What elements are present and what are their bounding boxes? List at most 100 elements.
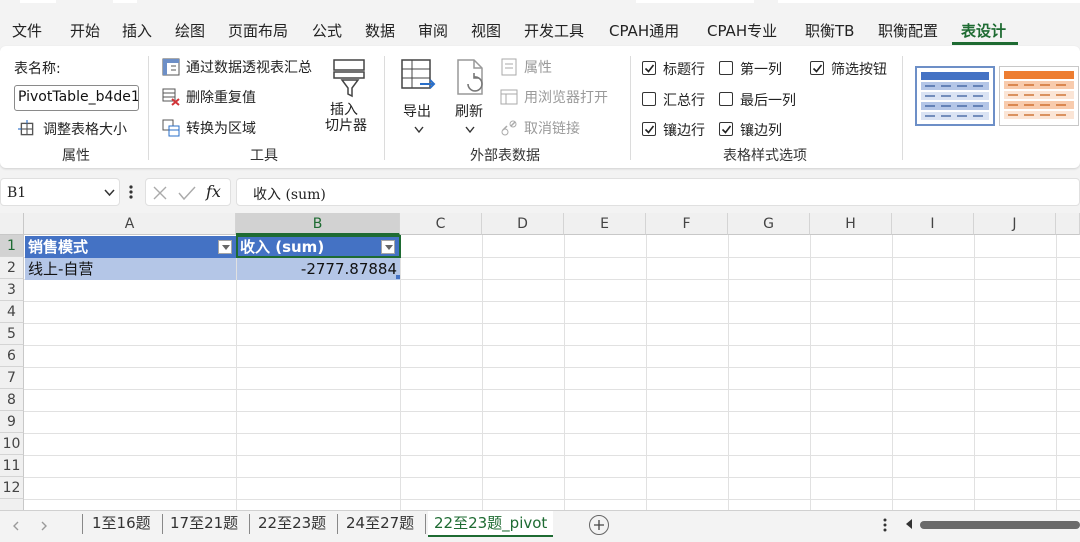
row-header-4[interactable]: 4 — [0, 301, 24, 323]
insert-slicer-button[interactable]: 插入 切片器 — [325, 54, 376, 136]
menu-tab-zhiheng-config[interactable]: 职衡配置 — [878, 20, 938, 41]
cancel-icon[interactable] — [152, 185, 168, 201]
table-resize-handle[interactable] — [396, 275, 400, 279]
gridline — [24, 301, 1080, 302]
summarize-pivot-button[interactable]: 通过数据透视表汇总 — [162, 56, 322, 78]
gridline — [24, 367, 1080, 368]
row-header-12[interactable]: 12 — [0, 477, 24, 499]
row-header-10[interactable]: 10 — [0, 433, 24, 455]
checkbox-banded-rows[interactable]: 镶边行 — [642, 120, 714, 140]
dropdown-arrow-icon — [222, 245, 230, 250]
table-style-blue[interactable] — [915, 66, 995, 126]
menu-tab-formulas[interactable]: 公式 — [312, 20, 342, 41]
menu-tab-cpah-general[interactable]: CPAH通用 — [609, 20, 679, 41]
group-separator — [148, 56, 149, 160]
remove-duplicates-icon — [162, 88, 180, 106]
sheet-tab-2[interactable]: 17至21题 — [164, 511, 244, 537]
function-icon[interactable]: fx — [206, 182, 221, 201]
menu-tab-home[interactable]: 开始 — [70, 20, 100, 41]
column-header-i[interactable]: I — [892, 213, 974, 235]
checkbox-header-row[interactable]: 标题行 — [642, 59, 714, 79]
sheet-tab-5[interactable]: 22至23题_pivot — [428, 511, 554, 537]
open-in-browser-button: 用浏览器打开 — [500, 86, 620, 108]
row-header-8[interactable]: 8 — [0, 389, 24, 411]
gridline — [892, 235, 893, 510]
scroll-right-icon[interactable] — [40, 521, 48, 531]
group-separator — [384, 56, 385, 160]
row-header-2[interactable]: 2 — [0, 257, 24, 279]
menu-tab-cpah-pro[interactable]: CPAH专业 — [707, 20, 777, 41]
row-header-7[interactable]: 7 — [0, 367, 24, 389]
table-style-orange[interactable] — [999, 66, 1079, 126]
tab-separator — [82, 514, 83, 534]
table-name-input[interactable]: PivotTable_b4de1 — [14, 85, 139, 111]
add-sheet-button[interactable] — [589, 515, 609, 535]
menu-tab-draw[interactable]: 绘图 — [175, 20, 205, 41]
column-header-f[interactable]: F — [646, 213, 728, 235]
menu-tab-developer[interactable]: 开发工具 — [524, 20, 584, 41]
horizontal-scrollbar-thumb[interactable] — [920, 521, 1080, 529]
more-options-icon[interactable] — [128, 184, 134, 200]
scroll-left-icon[interactable] — [12, 521, 20, 531]
cell-b2[interactable]: -2777.87884 — [237, 258, 400, 280]
group-label-external: 外部表数据 — [470, 148, 540, 164]
row-header-6[interactable]: 6 — [0, 345, 24, 367]
convert-range-icon — [162, 119, 180, 137]
menu-tab-file[interactable]: 文件 — [12, 20, 42, 41]
menu-tab-review[interactable]: 审阅 — [418, 20, 448, 41]
checkbox-first-column[interactable]: 第一列 — [719, 59, 791, 79]
menu-tab-insert[interactable]: 插入 — [122, 20, 152, 41]
menu-tab-data[interactable]: 数据 — [365, 20, 395, 41]
select-all-corner[interactable] — [0, 213, 24, 235]
export-button[interactable]: 导出 — [396, 54, 440, 136]
column-header-b[interactable]: B — [236, 213, 400, 235]
checkbox-last-column[interactable]: 最后一列 — [719, 90, 801, 110]
scroll-left-arrow-icon[interactable] — [905, 519, 913, 529]
table-style-blue-preview — [921, 72, 989, 120]
sheet-tab-3[interactable]: 22至23题 — [252, 511, 332, 537]
refresh-button[interactable]: 刷新 — [450, 54, 490, 136]
gridline — [400, 235, 401, 510]
active-cell-border — [236, 235, 401, 258]
row-header-5[interactable]: 5 — [0, 323, 24, 345]
splitter-dots-icon[interactable] — [883, 518, 887, 532]
formula-bar: B1 fx 收入 (sum) — [0, 176, 1080, 208]
column-header-c[interactable]: C — [400, 213, 482, 235]
cell-a1[interactable]: 销售模式 — [25, 236, 236, 258]
column-header-g[interactable]: G — [728, 213, 810, 235]
menu-tab-zhiheng-tb[interactable]: 职衡TB — [805, 20, 854, 41]
column-header-j[interactable]: J — [974, 213, 1056, 235]
external-properties-button: 属性 — [500, 56, 580, 78]
row-header-3[interactable]: 3 — [0, 279, 24, 301]
resize-table-button[interactable]: 调整表格大小 — [18, 118, 138, 140]
checkbox-total-row[interactable]: 汇总行 — [642, 90, 714, 110]
remove-duplicates-button[interactable]: 删除重复值 — [162, 86, 272, 108]
menu-bar: 文件 开始 插入 绘图 页面布局 公式 数据 审阅 视图 开发工具 CPAH通用… — [0, 0, 1080, 45]
sheet-tab-1[interactable]: 1至16题 — [86, 511, 157, 537]
external-properties-label: 属性 — [524, 60, 552, 76]
resize-table-label: 调整表格大小 — [43, 122, 127, 138]
column-header-a[interactable]: A — [24, 213, 236, 235]
checkbox-last-column-label: 最后一列 — [740, 93, 796, 109]
row-header-11[interactable]: 11 — [0, 455, 24, 477]
gridline — [482, 235, 483, 510]
resize-table-icon — [18, 120, 34, 136]
gridline — [24, 477, 1080, 478]
column-header-d[interactable]: D — [482, 213, 564, 235]
row-header-9[interactable]: 9 — [0, 411, 24, 433]
sheet-tab-4[interactable]: 24至27题 — [340, 511, 420, 537]
cell-a2[interactable]: 线上-自营 — [25, 258, 236, 280]
convert-to-range-button[interactable]: 转换为区域 — [162, 117, 272, 139]
formula-input[interactable]: 收入 (sum) — [236, 178, 1080, 206]
checkbox-filter-button[interactable]: 筛选按钮 — [810, 59, 900, 79]
filter-dropdown-a1[interactable] — [218, 240, 232, 254]
checkbox-banded-columns[interactable]: 镶边列 — [719, 120, 791, 140]
menu-tab-table-design[interactable]: 表设计 — [961, 20, 1006, 41]
row-header-1[interactable]: 1 — [0, 235, 24, 257]
column-header-e[interactable]: E — [564, 213, 646, 235]
name-box[interactable]: B1 — [0, 178, 120, 206]
column-header-h[interactable]: H — [810, 213, 892, 235]
menu-tab-view[interactable]: 视图 — [471, 20, 501, 41]
confirm-icon[interactable] — [178, 185, 196, 201]
menu-tab-page-layout[interactable]: 页面布局 — [228, 20, 288, 41]
